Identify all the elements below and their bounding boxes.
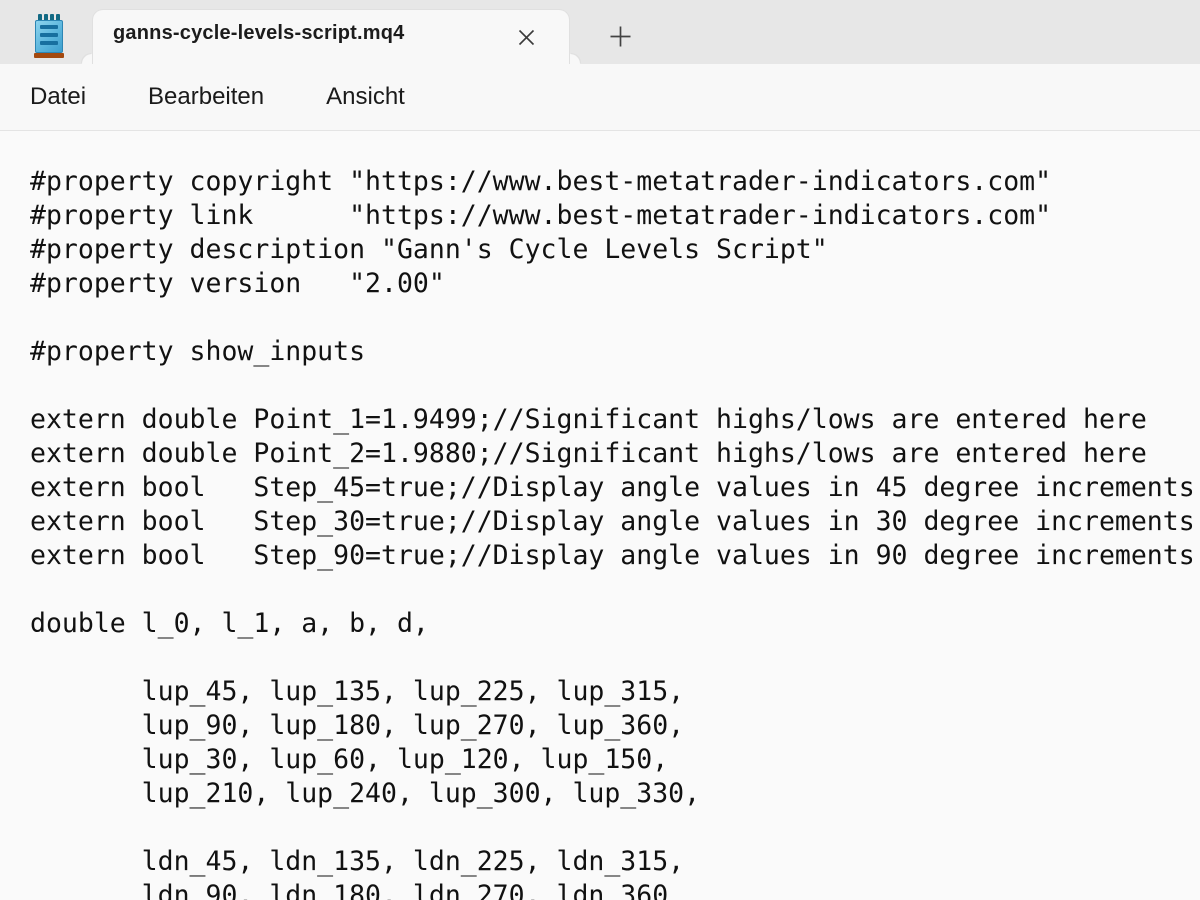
menu-item-datei[interactable]: Datei <box>15 77 101 117</box>
code-line: #property link "https://www.best-metatra… <box>30 199 1200 233</box>
notepad-window: ganns-cycle-levels-script.mq4 Datei Bear… <box>0 0 1200 900</box>
code-line <box>30 301 1200 335</box>
menu-bar: Datei Bearbeiten Ansicht <box>0 64 1200 131</box>
code-line: extern bool Step_45=true;//Display angle… <box>30 471 1200 505</box>
code-line <box>30 573 1200 607</box>
code-line: ldn_90, ldn_180, ldn_270, ldn_360 <box>30 879 1200 900</box>
notepad-icon-body <box>35 20 63 53</box>
notepad-icon-base <box>34 53 64 58</box>
text-editor-area[interactable]: #property copyright "https://www.best-me… <box>0 132 1200 900</box>
code-line: lup_45, lup_135, lup_225, lup_315, <box>30 675 1200 709</box>
tab-right-curve <box>570 54 580 64</box>
code-line: lup_210, lup_240, lup_300, lup_330, <box>30 777 1200 811</box>
close-tab-button[interactable] <box>509 20 543 54</box>
close-icon <box>518 29 535 46</box>
notepad-icon <box>35 13 63 58</box>
code-line: #property copyright "https://www.best-me… <box>30 165 1200 199</box>
code-line: ldn_45, ldn_135, ldn_225, ldn_315, <box>30 845 1200 879</box>
code-line <box>30 641 1200 675</box>
code-line: double l_0, l_1, a, b, d, <box>30 607 1200 641</box>
code-line <box>30 369 1200 403</box>
tab-ganns-cycle-levels-script[interactable]: ganns-cycle-levels-script.mq4 <box>92 9 570 64</box>
code-line <box>30 811 1200 845</box>
code-line: #property version "2.00" <box>30 267 1200 301</box>
new-tab-button[interactable] <box>602 19 638 53</box>
code-line: lup_90, lup_180, lup_270, lup_360, <box>30 709 1200 743</box>
plus-icon <box>610 26 631 47</box>
code-line: #property description "Gann's Cycle Leve… <box>30 233 1200 267</box>
menu-item-bearbeiten[interactable]: Bearbeiten <box>133 77 279 117</box>
tab-strip: ganns-cycle-levels-script.mq4 <box>0 0 1200 64</box>
code-line: lup_30, lup_60, lup_120, lup_150, <box>30 743 1200 777</box>
code-line: #property show_inputs <box>30 335 1200 369</box>
menu-item-ansicht[interactable]: Ansicht <box>311 77 420 117</box>
code-line: extern double Point_2=1.9880;//Significa… <box>30 437 1200 471</box>
code-line: extern bool Step_90=true;//Display angle… <box>30 539 1200 573</box>
tab-left-curve <box>82 54 92 64</box>
code-line: extern double Point_1=1.9499;//Significa… <box>30 403 1200 437</box>
code-line: extern bool Step_30=true;//Display angle… <box>30 505 1200 539</box>
tab-title: ganns-cycle-levels-script.mq4 <box>113 22 404 45</box>
